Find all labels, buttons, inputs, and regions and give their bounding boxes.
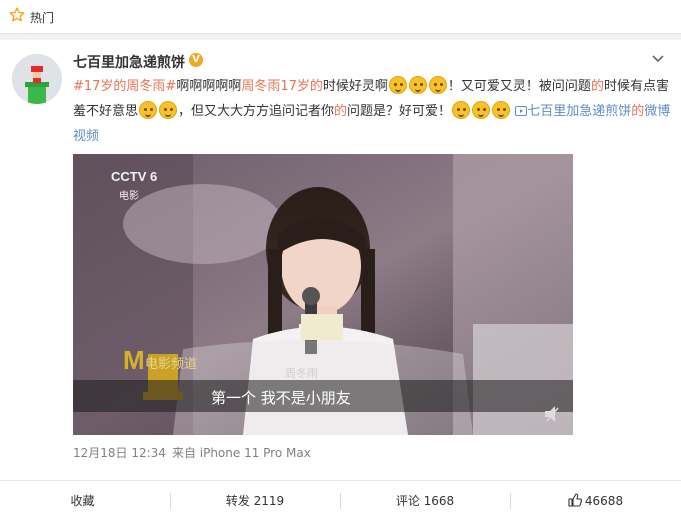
post-text-segment: ，但又大大方方追问记者你: [178, 104, 335, 119]
top-bar: 热门: [0, 0, 681, 34]
video-player[interactable]: CCTV 6 电影 M 电影频道 周冬雨 第一个 我不是小朋友: [73, 154, 573, 435]
post-text-highlight: 的: [309, 79, 323, 94]
post-text-segment: 问题是？好可爱！: [347, 104, 452, 119]
chevron-down-icon[interactable]: [651, 54, 665, 64]
post-text-segment: 啊啊啊啊啊: [176, 79, 242, 94]
comment-label: 评论 1668: [395, 494, 455, 508]
emoji-icon: [408, 76, 427, 94]
forward-button[interactable]: 转发 2119: [170, 481, 340, 520]
thumbs-up-icon: [568, 493, 582, 507]
post-text: #17岁的周冬雨#啊啊啊啊啊周冬雨17岁的时候好灵啊 ！又可爱又灵！被问问题的时候…: [73, 74, 671, 149]
post-text-segment: 时候好灵啊: [322, 79, 388, 94]
post-text-highlight: 的: [590, 79, 604, 94]
video-link-text: 七百里加急递煎饼: [527, 104, 632, 119]
emoji-icon: [428, 76, 447, 94]
hashtag-link[interactable]: #17岁的周冬雨#: [73, 79, 176, 94]
post-source: 来自 iPhone 11 Pro Max: [171, 446, 311, 460]
post-text-highlight: 的: [631, 104, 645, 119]
emoji-icon: [388, 76, 407, 94]
star-icon: [9, 7, 25, 22]
comment-button[interactable]: 评论 1668: [340, 481, 510, 520]
favorite-button[interactable]: 收藏: [0, 481, 165, 520]
video-subtitle: 第一个 我不是小朋友: [211, 389, 351, 407]
post-text-segment: ！又可爱又灵！被问问题: [447, 79, 591, 94]
emoji-icon: [472, 101, 491, 119]
favorite-label: 收藏: [70, 494, 95, 508]
avatar[interactable]: [12, 54, 62, 104]
action-bar: 收藏 转发 2119 评论 1668 46688: [0, 480, 681, 520]
video-link[interactable]: 七百里加急递煎饼: [515, 104, 631, 119]
channel-subtitle: 电影: [119, 191, 139, 202]
mario-avatar-icon: [12, 54, 62, 104]
post-text-highlight: 周冬雨17岁: [241, 79, 310, 94]
video-link-icon: [515, 106, 528, 116]
verified-badge-icon: V: [189, 53, 203, 67]
like-button[interactable]: 46688: [510, 481, 681, 520]
emoji-icon: [159, 101, 178, 119]
emoji-icon: [492, 101, 511, 119]
emoji-icon: [452, 101, 471, 119]
emoji-icon: [139, 101, 158, 119]
show-logo-subtitle: 电影频道: [145, 357, 198, 372]
forward-label: 转发 2119: [225, 494, 285, 508]
username[interactable]: 七百里加急递煎饼: [73, 52, 185, 72]
name-caption: 周冬雨: [285, 367, 318, 380]
like-count: 46688: [584, 494, 624, 508]
show-logo: M: [123, 345, 145, 375]
hot-label: 热门: [30, 11, 55, 25]
post-meta: 12月18日 12:34 来自 iPhone 11 Pro Max: [73, 444, 317, 461]
post-time[interactable]: 12月18日 12:34: [73, 446, 166, 460]
post-text-highlight: 的: [334, 104, 348, 119]
channel-logo: CCTV 6: [111, 169, 158, 184]
weibo-post-card: 七百里加急递煎饼 V #17岁的周冬雨#啊啊啊啊啊周冬雨17岁的时候好灵啊 ！又可…: [0, 40, 681, 520]
